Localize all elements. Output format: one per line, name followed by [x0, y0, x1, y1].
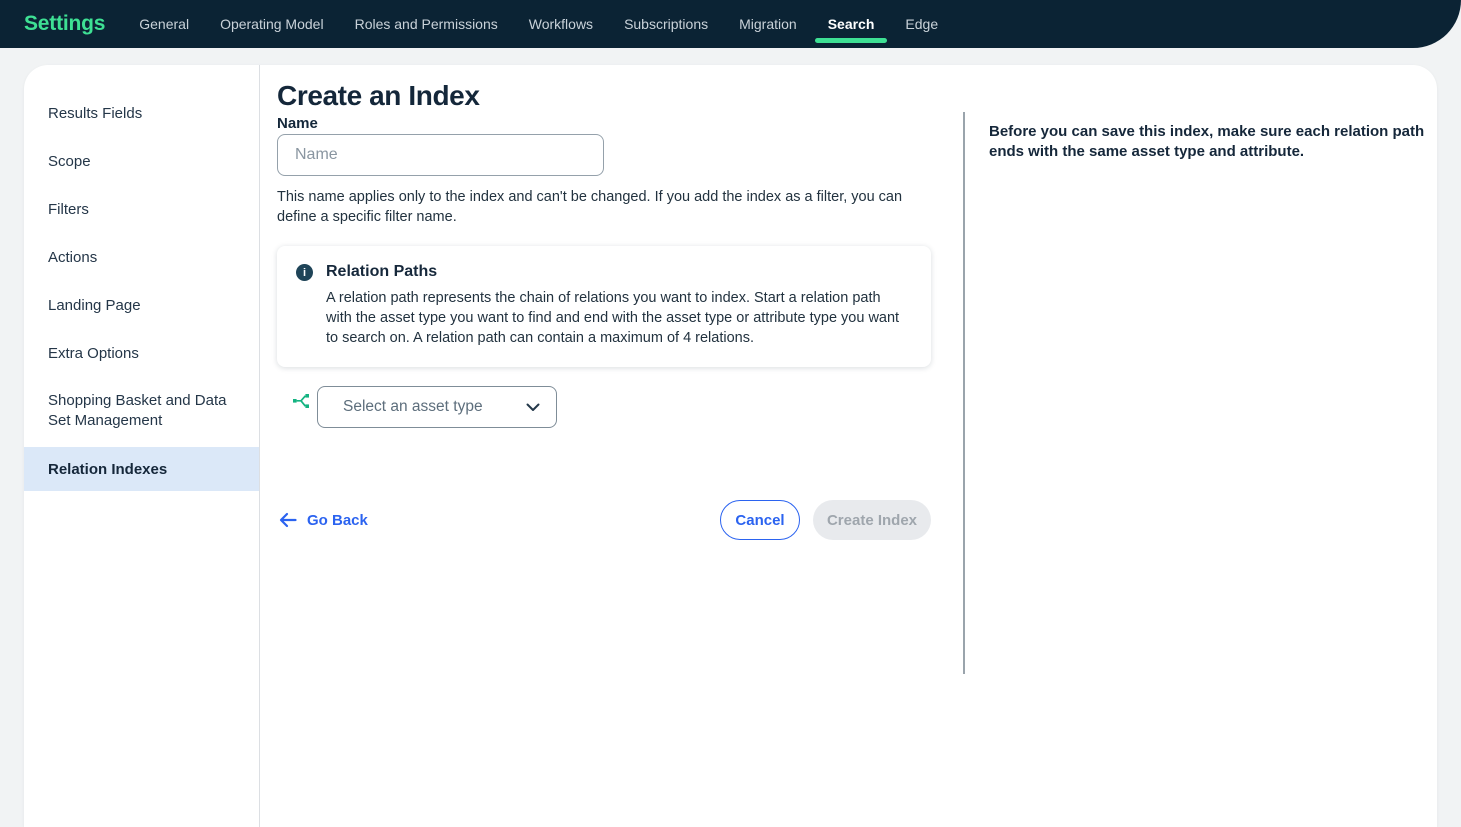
settings-sidebar: Results Fields Scope Filters Actions Lan… — [24, 65, 260, 827]
info-icon: i — [296, 264, 313, 281]
asset-type-select-value: Select an asset type — [343, 398, 526, 416]
nav-tab-migration[interactable]: Migration — [739, 0, 797, 48]
nav-tab-search[interactable]: Search — [828, 0, 875, 48]
name-help-text: This name applies only to the index and … — [277, 187, 927, 227]
active-tab-underline — [815, 38, 888, 43]
go-back-link[interactable]: Go Back — [279, 508, 368, 532]
save-requirement-note: Before you can save this index, make sur… — [989, 122, 1429, 162]
cancel-button[interactable]: Cancel — [720, 500, 800, 540]
sidebar-item-landing-page[interactable]: Landing Page — [24, 281, 259, 329]
relation-paths-info-content: Relation Paths A relation path represent… — [326, 263, 903, 348]
aside-divider — [963, 112, 965, 674]
sidebar-item-relation-indexes[interactable]: Relation Indexes — [24, 447, 259, 491]
relation-paths-title: Relation Paths — [326, 263, 903, 281]
nav-tab-search-label: Search — [828, 16, 875, 32]
relation-icon — [292, 392, 310, 410]
go-back-label: Go Back — [307, 512, 368, 529]
sidebar-item-shopping-basket[interactable]: Shopping Basket and Data Set Management — [24, 377, 259, 445]
nav-tab-edge[interactable]: Edge — [905, 0, 938, 48]
settings-content-card: Results Fields Scope Filters Actions Lan… — [24, 65, 1437, 827]
sidebar-item-filters[interactable]: Filters — [24, 185, 259, 233]
page: Settings General Operating Model Roles a… — [0, 0, 1461, 827]
sidebar-item-scope[interactable]: Scope — [24, 137, 259, 185]
nav-tab-workflows[interactable]: Workflows — [529, 0, 593, 48]
nav-tab-general[interactable]: General — [139, 0, 189, 48]
asset-type-select[interactable]: Select an asset type — [317, 386, 557, 428]
relation-paths-description: A relation path represents the chain of … — [326, 288, 903, 348]
arrow-left-icon — [279, 512, 297, 528]
sidebar-item-extra-options[interactable]: Extra Options — [24, 329, 259, 377]
nav-tab-subscriptions[interactable]: Subscriptions — [624, 0, 708, 48]
create-index-button[interactable]: Create Index — [813, 500, 931, 540]
relation-paths-info-card: i Relation Paths A relation path represe… — [277, 246, 931, 367]
sidebar-item-actions[interactable]: Actions — [24, 233, 259, 281]
top-navbar: Settings General Operating Model Roles a… — [0, 0, 1461, 48]
nav-tab-operating-model[interactable]: Operating Model — [220, 0, 324, 48]
page-title: Create an Index — [277, 80, 480, 112]
name-field-label: Name — [277, 115, 318, 132]
name-input[interactable] — [277, 134, 604, 176]
settings-brand-title: Settings — [24, 12, 105, 36]
nav-tab-roles-and-permissions[interactable]: Roles and Permissions — [355, 0, 498, 48]
sidebar-item-results-fields[interactable]: Results Fields — [24, 89, 259, 137]
chevron-down-icon — [526, 403, 540, 412]
